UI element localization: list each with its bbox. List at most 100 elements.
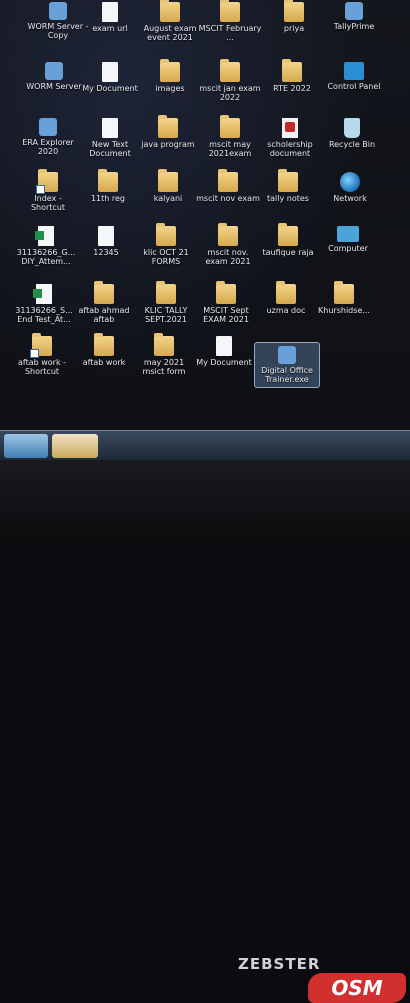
excel-icon <box>35 226 54 246</box>
desktop-icon-khurshidse[interactable]: Khurshidse... <box>312 281 376 315</box>
desktop-icon-excel-endtest[interactable]: 31136266_S... End Test_At... <box>12 284 76 324</box>
document-icon <box>102 118 118 138</box>
folder-icon <box>220 59 240 82</box>
icon-label: scholership document <box>267 140 313 158</box>
desktop-icon-tally-notes[interactable]: tally notes <box>256 169 320 203</box>
desktop-icon-aftab-work[interactable]: aftab work <box>72 333 136 367</box>
excel-icon <box>33 284 52 304</box>
control-panel-icon <box>344 62 364 80</box>
desktop-icon-klic-tally[interactable]: KLIC TALLY SEPT.2021 <box>134 281 198 324</box>
icon-label: exam url <box>92 24 128 33</box>
desktop-icon-12345[interactable]: 12345 <box>74 226 138 257</box>
desktop-icon-tallyprime[interactable]: TallyPrime <box>322 2 386 31</box>
icon-label: 11th reg <box>90 194 126 203</box>
icon-label: My Document <box>82 84 138 93</box>
folder-icon <box>276 281 296 304</box>
desktop-icon-taufique-raja[interactable]: taufique raja <box>256 223 320 257</box>
icon-label: 31136266_S... End Test_At... <box>15 306 73 324</box>
desktop-icon-rte-2022[interactable]: RTE 2022 <box>260 59 324 93</box>
desktop-icon-mscit-jan[interactable]: mscit jan exam 2022 <box>198 59 262 102</box>
recycle-bin-icon <box>344 118 360 138</box>
watermark-logo: OSM <box>308 973 406 1003</box>
app-icon <box>39 118 57 136</box>
folder-icon <box>334 281 354 304</box>
desktop-icon-priya[interactable]: priya <box>262 0 326 33</box>
icon-label: ERA Explorer 2020 <box>22 138 74 156</box>
desktop-icon-network[interactable]: Network <box>318 172 382 203</box>
desktop-icon-uzma-doc[interactable]: uzma doc <box>254 281 318 315</box>
desktop-icon-era-explorer[interactable]: ERA Explorer 2020 <box>16 118 80 156</box>
icon-label: WORM Server <box>26 82 82 91</box>
folder-icon <box>278 223 298 246</box>
desktop-icon-excel-diy[interactable]: 31136266_G... DIY_Attem... <box>14 226 78 266</box>
desktop-icon-my-document[interactable]: My Document <box>78 62 142 93</box>
icon-label: Network <box>333 194 367 203</box>
desktop-icon-mscit-february[interactable]: MSCIT February ... <box>198 0 262 42</box>
icon-label: MSCIT February ... <box>198 24 262 42</box>
desktop-icon-computer[interactable]: Computer <box>316 226 380 253</box>
desktop-icon-kalyani[interactable]: kalyani <box>136 169 200 203</box>
desktop-icon-may-2021-form[interactable]: may 2021 msict form <box>132 333 196 376</box>
desktop-icon-exam-url[interactable]: exam url <box>78 2 142 33</box>
desktop-icon-my-document-2[interactable]: My Document <box>192 336 256 367</box>
monitor-brand: ZEBSTER <box>238 955 321 973</box>
icon-label: mscit nov exam <box>196 194 260 203</box>
folder-icon <box>278 169 298 192</box>
pdf-icon <box>282 118 298 138</box>
app-icon <box>49 2 67 20</box>
desktop-icon-digital-office-trainer[interactable]: Digital Office Trainer.exe <box>254 342 320 388</box>
desktop-icon-mscit-nov-2021[interactable]: mscit nov. exam 2021 <box>196 223 260 266</box>
icon-label: klic OCT 21 FORMS <box>143 248 189 266</box>
icon-label: mscit nov. exam 2021 <box>205 248 251 266</box>
icon-label: KLIC TALLY SEPT.2021 <box>144 306 188 324</box>
desktop-icon-scholership[interactable]: scholership document <box>258 118 322 158</box>
desktop-icon-mscit-sept[interactable]: MSCIT Sept EXAM 2021 <box>194 281 258 324</box>
icon-label: Computer <box>328 244 368 253</box>
folder-icon <box>218 223 238 246</box>
desktop-icon-control-panel[interactable]: Control Panel <box>322 62 386 91</box>
desktop-icon-java-program[interactable]: java program <box>136 115 200 149</box>
desktop-icon-august-exam[interactable]: August exam event 2021 <box>138 0 202 42</box>
icon-label: 31136266_G... DIY_Attem... <box>16 248 76 266</box>
desktop-icon-mscit-nov-exam[interactable]: mscit nov exam <box>196 169 260 203</box>
folder-icon <box>94 333 114 356</box>
desktop-icon-mscit-may[interactable]: mscit may 2021exam <box>198 115 262 158</box>
folder-icon <box>160 0 180 22</box>
monitor-bezel: ZEBSTER OSM <box>0 460 410 1003</box>
folder-icon <box>218 169 238 192</box>
document-icon <box>102 62 118 82</box>
icon-label: My Document <box>196 358 252 367</box>
icon-label: java program <box>141 140 195 149</box>
icon-label: mscit may 2021exam <box>208 140 252 158</box>
desktop-icon-aftab-ahmad[interactable]: aftab ahmad aftab <box>72 281 136 324</box>
desktop-icon-new-text-document[interactable]: New Text Document <box>78 118 142 158</box>
folder-icon <box>220 0 240 22</box>
desktop-icon-images[interactable]: images <box>138 59 202 93</box>
desktop-icon-recycle-bin[interactable]: Recycle Bin <box>320 118 384 149</box>
desktop-icon-index-shortcut[interactable]: Index - Shortcut <box>16 169 80 212</box>
desktop-icon-11th-reg[interactable]: 11th reg <box>76 169 140 203</box>
icon-label: tally notes <box>267 194 309 203</box>
icon-label: aftab work - Shortcut <box>17 358 67 376</box>
icon-label: 12345 <box>93 248 119 257</box>
desktop-icon-klic-oct[interactable]: klic OCT 21 FORMS <box>134 223 198 266</box>
document-icon <box>102 2 118 22</box>
desktop-icon-worm-server[interactable]: WORM Server <box>22 62 86 91</box>
icon-label: may 2021 msict form <box>142 358 186 376</box>
folder-icon <box>156 223 176 246</box>
icon-label: taufique raja <box>262 248 314 257</box>
icon-label: aftab ahmad aftab <box>78 306 130 324</box>
taskbar-explorer-button[interactable] <box>52 434 98 458</box>
folder-shortcut-icon <box>36 169 58 194</box>
folder-icon <box>94 281 114 304</box>
folder-icon <box>284 0 304 22</box>
network-icon <box>340 172 360 192</box>
desktop-icon-aftab-work-shortcut[interactable]: aftab work - Shortcut <box>10 333 74 376</box>
icon-label: images <box>155 84 185 93</box>
start-button[interactable] <box>4 434 48 458</box>
folder-icon <box>160 59 180 82</box>
folder-icon <box>158 169 178 192</box>
icon-label: Index - Shortcut <box>30 194 66 212</box>
icon-label: mscit jan exam 2022 <box>199 84 261 102</box>
icon-label: aftab work <box>82 358 126 367</box>
